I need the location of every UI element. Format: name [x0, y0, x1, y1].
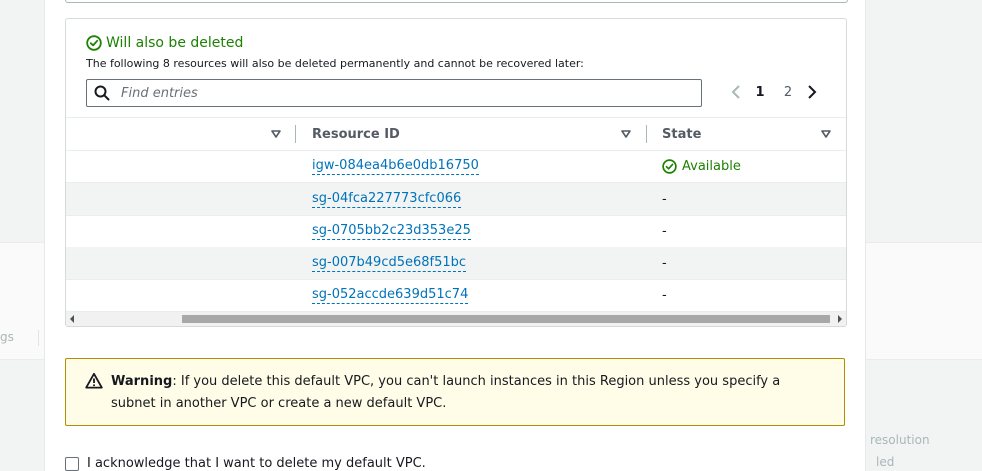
- next-page-button[interactable]: [802, 81, 822, 103]
- chevron-right-icon: [808, 85, 817, 99]
- resource-id-cell: igw-084ea4b6e0db16750: [312, 150, 479, 182]
- chevron-left-icon: [731, 85, 740, 99]
- warning-message: Warning: If you delete this default VPC,…: [111, 371, 827, 415]
- panel-title-text: Will also be deleted: [106, 35, 244, 51]
- panel-description: The following 8 resources will also be d…: [86, 57, 584, 70]
- resource-id-link[interactable]: sg-007b49cd5e68f51bc: [312, 255, 467, 272]
- warning-triangle-icon: [85, 372, 103, 389]
- state-cell: Available: [662, 150, 741, 182]
- table-row: igw-084ea4b6e0db16750 Available: [66, 150, 846, 183]
- resource-id-link[interactable]: sg-0705bb2c23d353e25: [312, 223, 471, 240]
- background-text-fragment: resolution: [870, 433, 930, 447]
- table-row: sg-052accde639d51c74 -: [66, 279, 846, 311]
- state-cell: -: [662, 255, 667, 271]
- scroll-right-arrow-icon[interactable]: [838, 315, 842, 323]
- resource-id-cell: sg-0705bb2c23d353e25: [312, 215, 471, 247]
- background-text-fragment: led: [876, 455, 895, 469]
- warning-alert: Warning: If you delete this default VPC,…: [65, 358, 845, 426]
- state-text: Available: [682, 158, 741, 174]
- background-divider: [38, 330, 39, 346]
- page-2-button[interactable]: 2: [774, 85, 802, 100]
- search-input[interactable]: [119, 84, 683, 102]
- previous-page-button[interactable]: [726, 81, 746, 103]
- table-row: sg-007b49cd5e68f51bc -: [66, 247, 846, 280]
- table-row: sg-0705bb2c23d353e25 -: [66, 215, 846, 248]
- table-row: sg-04fca227773cfc066 -: [66, 183, 846, 216]
- table-header: Resource ID State: [66, 117, 846, 151]
- search-icon: [94, 85, 110, 101]
- panel-title: Will also be deleted: [86, 35, 243, 51]
- scrollbar-thumb[interactable]: [182, 315, 830, 323]
- warning-label: Warning: [111, 374, 173, 389]
- delete-vpc-modal: Will also be deleted The following 8 res…: [44, 0, 866, 471]
- sort-caret-icon[interactable]: [821, 129, 831, 139]
- resource-id-cell: sg-04fca227773cfc066: [312, 183, 462, 215]
- check-circle-icon: [86, 35, 102, 51]
- also-deleted-panel: Will also be deleted The following 8 res…: [65, 18, 847, 327]
- background-text-fragment: gs: [0, 330, 14, 344]
- state-cell: -: [662, 287, 667, 303]
- column-header-resource-id[interactable]: Resource ID: [312, 118, 400, 150]
- acknowledge-label[interactable]: I acknowledge that I want to delete my d…: [87, 456, 426, 471]
- resource-id-link[interactable]: sg-04fca227773cfc066: [312, 191, 462, 208]
- warning-body: : If you delete this default VPC, you ca…: [111, 374, 781, 411]
- check-circle-icon: [662, 158, 677, 174]
- resource-id-link[interactable]: sg-052accde639d51c74: [312, 287, 469, 304]
- resource-id-link[interactable]: igw-084ea4b6e0db16750: [312, 158, 479, 175]
- column-header-state[interactable]: State: [662, 118, 701, 150]
- column-divider: [646, 125, 647, 143]
- scroll-left-arrow-icon[interactable]: [70, 315, 74, 323]
- previous-section-box: [65, 0, 848, 3]
- pagination: 1 2: [726, 81, 822, 103]
- resource-id-cell: sg-052accde639d51c74: [312, 279, 469, 311]
- state-cell: -: [662, 191, 667, 207]
- acknowledge-row: I acknowledge that I want to delete my d…: [65, 456, 426, 471]
- sort-caret-icon[interactable]: [271, 129, 281, 139]
- acknowledge-checkbox[interactable]: [65, 456, 79, 471]
- page-1-button[interactable]: 1: [746, 85, 774, 100]
- horizontal-scrollbar[interactable]: [66, 311, 846, 326]
- resource-id-cell: sg-007b49cd5e68f51bc: [312, 247, 467, 279]
- state-cell: -: [662, 223, 667, 239]
- column-divider: [295, 125, 296, 143]
- find-entries-search[interactable]: [86, 79, 702, 107]
- sort-caret-icon[interactable]: [621, 129, 631, 139]
